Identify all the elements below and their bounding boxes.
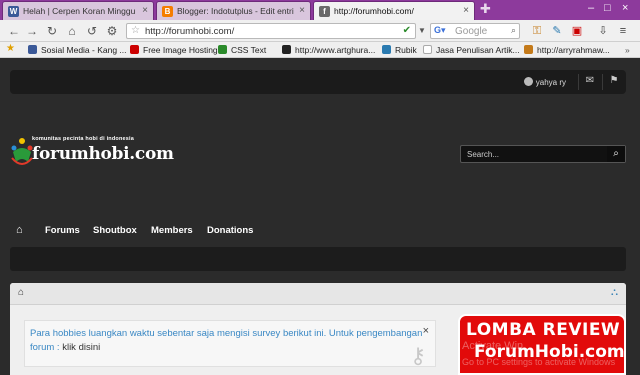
- secure-icon: ✔: [402, 25, 411, 36]
- search-icon[interactable]: ⌕: [511, 25, 516, 36]
- bookmark-item[interactable]: http://arryrahmaw...: [524, 45, 610, 55]
- favicon-icon: [130, 45, 139, 54]
- username: yahya ry: [535, 78, 566, 87]
- divider: [602, 74, 603, 90]
- bookmark-item[interactable]: Rubik: [382, 45, 417, 55]
- tab-strip: W Helah | Cerpen Koran Minggu × B Blogge…: [0, 0, 640, 20]
- search-box[interactable]: G▾ Google ⌕: [430, 23, 520, 39]
- nav-item-forums[interactable]: Forums: [45, 225, 80, 236]
- bookmark-item[interactable]: http://www.artghura...: [282, 45, 375, 55]
- download-icon[interactable]: ⇩: [596, 24, 610, 38]
- divider: [578, 74, 579, 90]
- key-icon[interactable]: ⚿: [530, 24, 544, 38]
- bookmark-item[interactable]: Sosial Media - Kang ...: [28, 45, 127, 55]
- tab-title: http://forumhobi.com/: [334, 6, 414, 16]
- wordpress-icon: W: [8, 6, 19, 17]
- nav-item-shoutbox[interactable]: Shoutbox: [93, 225, 137, 236]
- favicon-icon: [28, 45, 37, 54]
- favicon-icon: [423, 45, 432, 54]
- key-watermark-icon: ⚷: [410, 343, 427, 368]
- close-icon[interactable]: ×: [299, 5, 305, 16]
- bookmark-star-icon[interactable]: ☆: [131, 25, 140, 36]
- address-bar[interactable]: ☆ http://forumhobi.com/ ✔: [126, 23, 416, 39]
- browser-tab-2[interactable]: B Blogger: Indotutplus - Edit entri ×: [156, 1, 311, 20]
- home-icon[interactable]: ⌂: [64, 24, 80, 38]
- tools-icon[interactable]: ⚙: [104, 24, 120, 38]
- bookmarks-star-icon[interactable]: ★: [6, 43, 15, 54]
- addon-icon[interactable]: ▣: [570, 24, 584, 38]
- bookmarks-bar: ★ Sosial Media - Kang ... Free Image Hos…: [0, 42, 640, 58]
- history-back-icon[interactable]: ↺: [84, 24, 100, 38]
- home-icon[interactable]: ⌂: [16, 224, 23, 236]
- breadcrumb-home-icon[interactable]: ⌂: [18, 287, 24, 298]
- blogger-icon: B: [162, 6, 173, 17]
- forum-topbar: yahya ry ✉ ⚑: [10, 70, 626, 94]
- bookmark-label: Jasa Penulisan Artik...: [436, 45, 520, 55]
- favicon-icon: [218, 45, 227, 54]
- bookmark-label: CSS Text: [231, 45, 267, 55]
- close-window-icon[interactable]: ×: [622, 2, 628, 14]
- sync-icon[interactable]: ✎: [550, 24, 564, 38]
- search-input[interactable]: [461, 146, 607, 162]
- favicon-icon: [282, 45, 291, 54]
- close-icon[interactable]: ×: [423, 324, 429, 338]
- menu-icon[interactable]: ≡: [616, 24, 630, 38]
- bookmark-label: Free Image Hosting ...: [143, 45, 228, 55]
- page-icon: f: [319, 6, 330, 17]
- web-page: yahya ry ✉ ⚑ komunitas pecinta hobi di i…: [0, 59, 640, 375]
- site-search: ⌕: [460, 145, 626, 163]
- sub-nav-bar: [10, 247, 626, 271]
- reload-icon[interactable]: ↻: [44, 24, 60, 38]
- logo-figures-icon: [11, 138, 33, 165]
- main-nav: ⌂ Forums Shoutbox Members Donations: [10, 219, 626, 241]
- content-area: ⌂ ⛬ Para hobbies luangkan waktu sebentar…: [10, 283, 626, 375]
- logo-tagline: komunitas pecinta hobi di indonesia: [32, 136, 135, 142]
- bookmark-label: Rubik: [395, 45, 417, 55]
- search-placeholder: Google: [455, 26, 488, 37]
- envelope-icon[interactable]: ✉: [584, 75, 596, 87]
- nav-item-members[interactable]: Members: [151, 225, 193, 236]
- user-menu[interactable]: yahya ry: [523, 77, 566, 87]
- nav-item-donations[interactable]: Donations: [207, 225, 253, 236]
- new-tab-icon[interactable]: ✚: [480, 2, 492, 15]
- notice-link[interactable]: klik disini: [62, 342, 100, 353]
- more-bookmarks-icon[interactable]: »: [625, 45, 630, 55]
- back-icon[interactable]: ←: [6, 24, 22, 38]
- close-icon[interactable]: ×: [142, 5, 148, 16]
- survey-notice: Para hobbies luangkan waktu sebentar saj…: [24, 320, 436, 367]
- browser-tab-3[interactable]: f http://forumhobi.com/ ×: [313, 1, 475, 20]
- bookmark-label: http://www.artghura...: [295, 45, 376, 55]
- url-text: http://forumhobi.com/: [145, 26, 235, 37]
- breadcrumb: ⌂ ⛬: [10, 283, 626, 305]
- maximize-icon[interactable]: □: [604, 2, 611, 14]
- bookmark-label: http://arryrahmaw...: [537, 45, 610, 55]
- forward-icon[interactable]: →: [24, 24, 40, 38]
- tab-title: Blogger: Indotutplus - Edit entri: [177, 6, 294, 16]
- promo-title: LOMBA REVIEW: [466, 320, 621, 340]
- logo-name: forumhobi.com: [32, 144, 174, 164]
- browser-tab-1[interactable]: W Helah | Cerpen Koran Minggu ×: [2, 1, 154, 20]
- browser-navbar: ← → ↻ ⌂ ↺ ⚙ ☆ http://forumhobi.com/ ✔ ▼ …: [0, 20, 640, 42]
- promo-banner[interactable]: LOMBA REVIEW Activate Win ForumHobi.com …: [458, 314, 626, 375]
- site-logo[interactable]: komunitas pecinta hobi di indonesia foru…: [10, 134, 174, 174]
- user-icon: [523, 77, 533, 86]
- bookmark-item[interactable]: CSS Text: [218, 45, 266, 55]
- activation-watermark-detail: Go to PC settings to activate Windows: [462, 357, 616, 367]
- sitemap-icon[interactable]: ⛬: [611, 287, 618, 298]
- url-dropdown-icon[interactable]: ▼: [418, 23, 428, 39]
- bookmark-item[interactable]: Jasa Penulisan Artik...: [423, 45, 520, 55]
- bookmark-item[interactable]: Free Image Hosting ...: [130, 45, 227, 55]
- bookmark-label: Sosial Media - Kang ...: [41, 45, 127, 55]
- favicon-icon: [382, 45, 391, 54]
- flag-icon[interactable]: ⚑: [608, 75, 620, 87]
- tab-title: Helah | Cerpen Koran Minggu: [23, 6, 136, 16]
- minimize-icon[interactable]: –: [588, 2, 594, 14]
- close-icon[interactable]: ×: [463, 5, 469, 16]
- favicon-icon: [524, 45, 533, 54]
- google-icon: G▾: [434, 25, 446, 35]
- search-button-icon[interactable]: ⌕: [607, 146, 625, 162]
